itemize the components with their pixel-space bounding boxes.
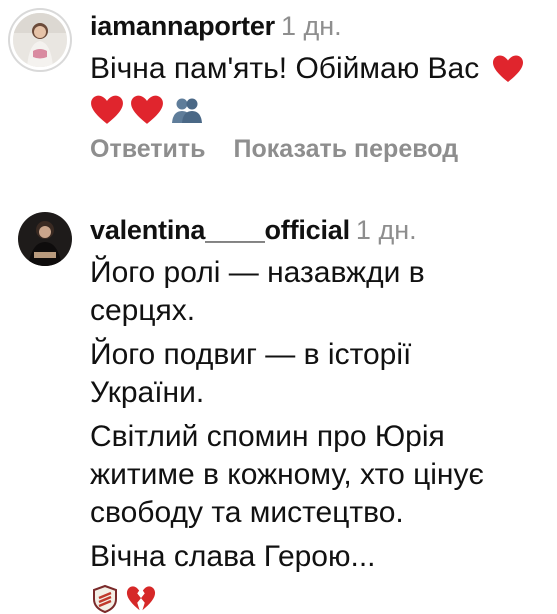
comment-header: iamannaporter 1 дн.: [90, 10, 547, 42]
username[interactable]: iamannaporter: [90, 11, 275, 41]
avatar[interactable]: [18, 212, 72, 266]
comment-paragraph: Світлий спомин про Юрія житиме в кожному…: [90, 420, 484, 529]
timestamp[interactable]: 1 дн.: [281, 11, 342, 41]
avatar[interactable]: [13, 13, 67, 67]
red-heart-icon: [492, 55, 523, 82]
comment-paragraph: Його ролі — назавжди в серцях.: [90, 256, 425, 327]
red-heart-icon: [131, 95, 163, 124]
broken-heart-icon: [126, 586, 156, 611]
red-heart-icon: [91, 95, 123, 124]
comment-actions: Ответить Показать перевод: [90, 135, 486, 164]
translate-button[interactable]: Показать перевод: [234, 135, 459, 163]
timestamp[interactable]: 1 дн.: [356, 215, 417, 245]
comment-text: Вічна пам'ять! Обіймаю Вас: [90, 50, 547, 88]
comment-header: valentina____official 1 дн.: [90, 214, 547, 246]
reply-button[interactable]: Ответить: [90, 135, 206, 163]
comment-text-line: Вічна пам'ять! Обіймаю Вас: [90, 52, 480, 85]
comment-valentina: valentina____official 1 дн. Його ролі — н…: [90, 214, 547, 614]
comment-iamannaporter: iamannaporter 1 дн. Вічна пам'ять! Обійма…: [90, 10, 547, 126]
emoji-row: [90, 584, 547, 614]
emoji-row: [90, 94, 547, 126]
shield-icon: [93, 584, 117, 614]
comment-paragraph: Вічна слава Герою...: [90, 540, 376, 573]
comment-text: Його ролі — назавжди в серцях. Його подв…: [90, 254, 510, 576]
username[interactable]: valentina____official: [90, 215, 350, 245]
comment-paragraph: Його подвиг — в історії України.: [90, 338, 412, 409]
people-silhouette-icon: [172, 98, 202, 123]
